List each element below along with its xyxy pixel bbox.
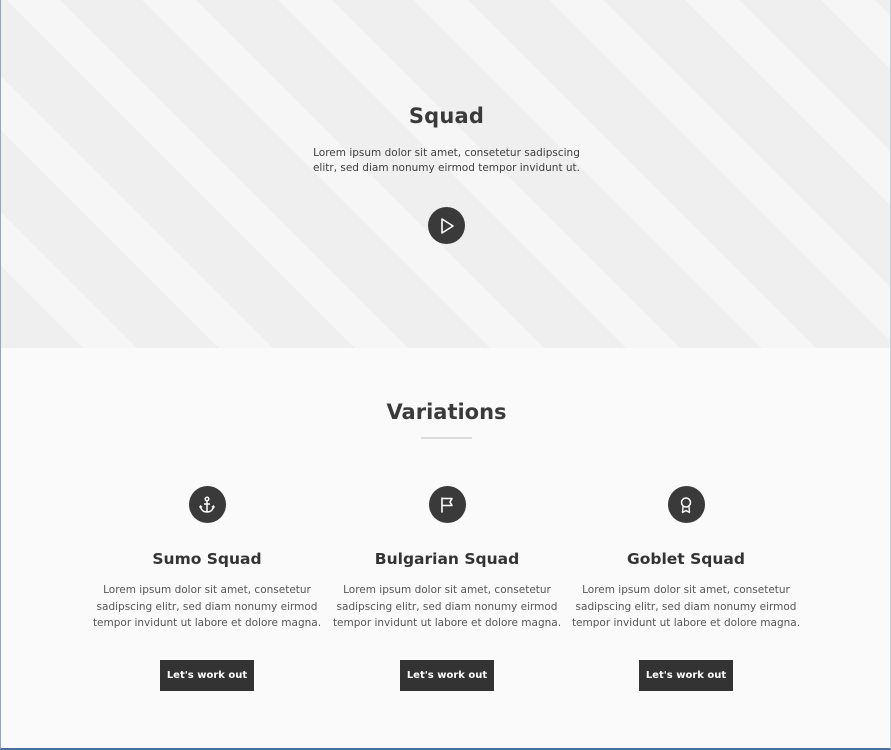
hero-section: Squad Lorem ipsum dolor sit amet, conset…: [1, 0, 890, 348]
lets-work-out-button[interactable]: Let's work out: [160, 660, 254, 691]
card-icon-badge: [428, 486, 466, 523]
variations-section: Variations Sumo Squad Lorem ipsum dolor …: [1, 348, 890, 748]
hero-title: Squad: [408, 104, 485, 128]
card-title: Goblet Squad: [627, 550, 745, 568]
flag-icon: [441, 496, 453, 513]
award-icon: [680, 496, 692, 513]
card-description: Lorem ipsum dolor sit amet, consetetur s…: [92, 582, 322, 632]
section-title: Variations: [386, 400, 507, 424]
hero-description: Lorem ipsum dolor sit amet, consetetur s…: [301, 146, 592, 176]
card-title: Sumo Squad: [152, 550, 262, 568]
card-description-line: sadipscing elitr, sed diam nonumy eirmod: [336, 600, 558, 613]
hero-description-line: Lorem ipsum dolor sit amet, consetetur s…: [313, 147, 580, 159]
lets-work-out-button[interactable]: Let's work out: [639, 660, 733, 691]
card-description-line: tempor invidunt ut labore et dolore magn…: [92, 617, 322, 629]
variation-card-sumo: Sumo Squad Lorem ipsum dolor sit amet, c…: [92, 486, 322, 691]
card-icon-badge: [667, 486, 705, 523]
play-icon: [440, 217, 454, 234]
card-description-line: Lorem ipsum dolor sit amet, consetetur: [343, 584, 551, 596]
variation-card-goblet: Goblet Squad Lorem ipsum dolor sit amet,…: [571, 486, 801, 691]
variation-card-bulgarian: Bulgarian Squad Lorem ipsum dolor sit am…: [332, 486, 562, 691]
card-description-line: tempor invidunt ut labore et dolore magn…: [571, 617, 801, 629]
card-description-line: Lorem ipsum dolor sit amet, consetetur: [103, 584, 311, 596]
card-description: Lorem ipsum dolor sit amet, consetetur s…: [571, 582, 801, 632]
title-divider: [421, 437, 472, 439]
card-description-line: sadipscing elitr, sed diam nonumy eirmod: [96, 600, 318, 613]
card-title: Bulgarian Squad: [374, 550, 520, 568]
card-description-line: sadipscing elitr, sed diam nonumy eirmod: [575, 600, 797, 613]
lets-work-out-button[interactable]: Let's work out: [400, 660, 494, 691]
card-icon-badge: [188, 486, 226, 523]
card-description: Lorem ipsum dolor sit amet, consetetur s…: [332, 582, 562, 632]
hero-description-line: elitr, sed diam nonumy eirmod tempor inv…: [312, 162, 581, 174]
card-description-line: tempor invidunt ut labore et dolore magn…: [332, 617, 562, 629]
card-description-line: Lorem ipsum dolor sit amet, consetetur: [582, 584, 790, 596]
anchor-icon: [198, 495, 216, 513]
play-button[interactable]: [428, 207, 465, 244]
page-frame: Squad Lorem ipsum dolor sit amet, conset…: [0, 0, 891, 750]
